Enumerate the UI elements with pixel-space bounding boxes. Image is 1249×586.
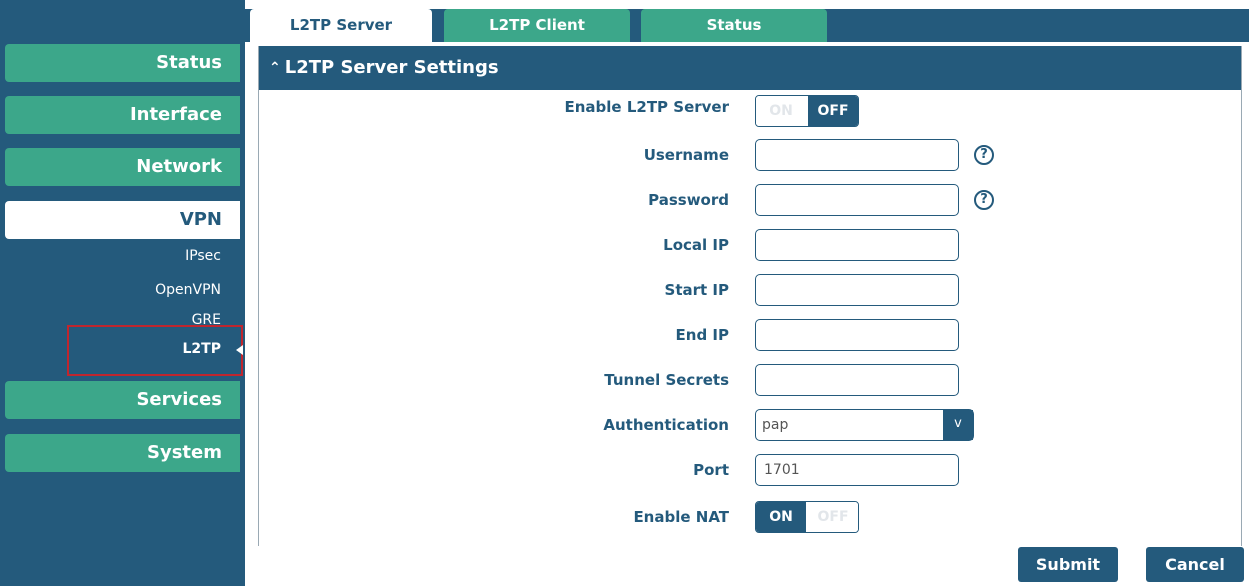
authentication-select[interactable]: pap v <box>755 409 974 441</box>
selected-indicator-icon <box>236 345 243 355</box>
tab-status[interactable]: Status <box>641 9 827 42</box>
sidebar: Status Interface Network VPN IPsec OpenV… <box>0 0 245 586</box>
local-ip-field[interactable] <box>755 229 959 261</box>
username-label: Username <box>643 146 729 164</box>
selection-highlight-box <box>67 325 243 376</box>
password-field[interactable] <box>755 184 959 216</box>
sidebar-item-status[interactable]: Status <box>5 44 240 82</box>
sidebar-item-services[interactable]: Services <box>5 381 240 419</box>
enable-l2tp-server-toggle[interactable]: ON OFF <box>755 95 859 127</box>
toggle-off-label: OFF <box>808 502 858 532</box>
enable-nat-toggle[interactable]: ON OFF <box>755 501 859 533</box>
panel-header[interactable]: ⌃ L2TP Server Settings <box>259 46 1241 90</box>
port-label: Port <box>693 461 729 479</box>
password-help-icon[interactable]: ? <box>974 190 994 210</box>
username-field[interactable] <box>755 139 959 171</box>
enable-nat-label: Enable NAT <box>633 508 729 526</box>
enable-l2tp-server-label: Enable L2TP Server <box>564 98 730 116</box>
sidebar-subitem-openvpn[interactable]: OpenVPN <box>155 282 221 298</box>
local-ip-label: Local IP <box>663 236 729 254</box>
sidebar-item-vpn[interactable]: VPN <box>5 201 240 239</box>
submit-button[interactable]: Submit <box>1018 547 1118 582</box>
end-ip-label: End IP <box>675 326 729 344</box>
toggle-on-label: ON <box>756 96 806 126</box>
username-help-icon[interactable]: ? <box>974 145 994 165</box>
password-label: Password <box>648 191 729 209</box>
authentication-label: Authentication <box>603 416 729 434</box>
panel-title: L2TP Server Settings <box>284 57 499 78</box>
tunnel-secrets-field[interactable] <box>755 364 959 396</box>
sidebar-item-network[interactable]: Network <box>5 148 240 186</box>
sidebar-subitem-ipsec[interactable]: IPsec <box>185 248 221 264</box>
start-ip-label: Start IP <box>664 281 729 299</box>
sidebar-item-system[interactable]: System <box>5 434 240 472</box>
start-ip-field[interactable] <box>755 274 959 306</box>
end-ip-field[interactable] <box>755 319 959 351</box>
port-field[interactable] <box>755 454 959 486</box>
tab-l2tp-server[interactable]: L2TP Server <box>250 9 432 42</box>
sidebar-item-interface[interactable]: Interface <box>5 96 240 134</box>
toggle-off-label: OFF <box>808 96 858 126</box>
tunnel-secrets-label: Tunnel Secrets <box>604 371 729 389</box>
caret-up-icon: ⌃ <box>269 60 281 76</box>
l2tp-server-settings-panel: ⌃ L2TP Server Settings <box>258 46 1242 546</box>
authentication-value: pap <box>762 417 789 433</box>
chevron-down-icon[interactable]: v <box>943 410 973 440</box>
toggle-on-label: ON <box>756 502 806 532</box>
cancel-button[interactable]: Cancel <box>1146 547 1244 582</box>
tab-l2tp-client[interactable]: L2TP Client <box>444 9 630 42</box>
